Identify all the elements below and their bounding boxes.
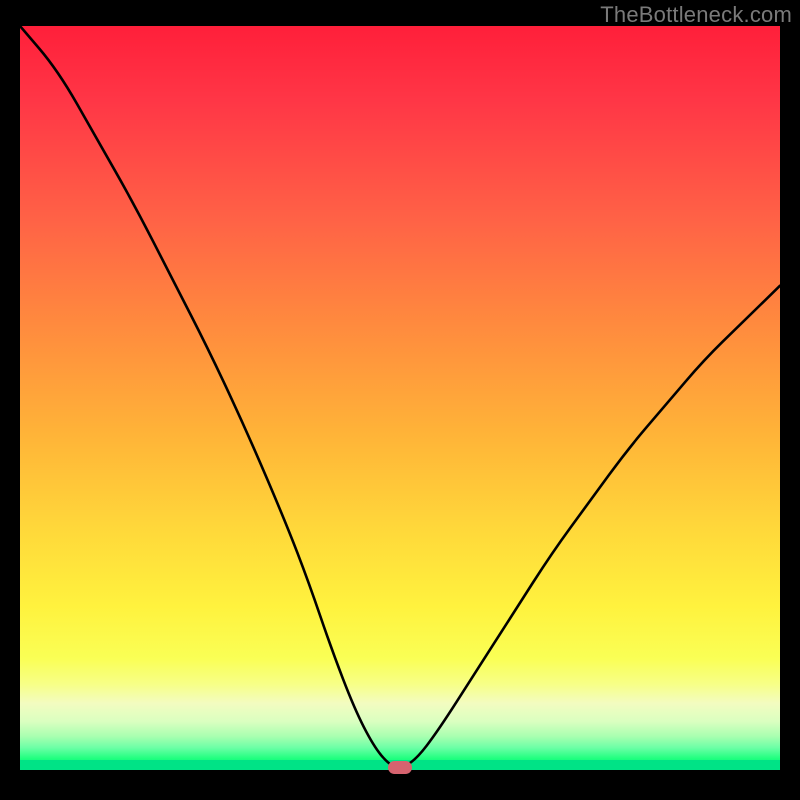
chart-frame: TheBottleneck.com: [0, 0, 800, 800]
bottleneck-curve: [20, 26, 780, 780]
plot-area: [20, 26, 780, 780]
trough-marker: [388, 761, 412, 774]
watermark-text: TheBottleneck.com: [600, 2, 792, 28]
